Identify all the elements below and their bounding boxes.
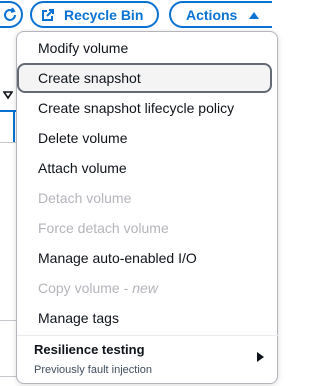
actions-dropdown-menu: Modify volume Create snapshot Create sna…	[16, 31, 279, 384]
recycle-bin-label: Recycle Bin	[64, 6, 144, 23]
external-link-icon	[42, 8, 54, 21]
menu-item-manage-auto-enabled-io[interactable]: Manage auto-enabled I/O	[17, 243, 279, 273]
menu-item-delete-volume[interactable]: Delete volume	[17, 123, 279, 153]
divider	[0, 142, 16, 143]
background-selection-indicator-vertical	[13, 112, 15, 142]
menu-item-label: Manage auto-enabled I/O	[38, 250, 197, 266]
divider	[0, 376, 16, 377]
menu-item-label: Modify volume	[38, 40, 129, 56]
caret-up-icon	[249, 11, 260, 19]
menu-item-create-snapshot-lifecycle-policy[interactable]: Create snapshot lifecycle policy	[17, 93, 279, 123]
menu-item-detach-volume: Detach volume	[17, 183, 279, 213]
refresh-icon	[4, 6, 16, 21]
recycle-bin-button[interactable]: Recycle Bin	[30, 1, 159, 28]
menu-group-subtitle: Previously fault injection	[34, 364, 153, 376]
caret-right-icon	[257, 352, 264, 362]
menu-item-copy-volume: Copy volume - new	[17, 273, 279, 303]
menu-item-label: Manage tags	[38, 310, 119, 326]
menu-item-attach-volume[interactable]: Attach volume	[17, 153, 279, 183]
menu-item-label: Create snapshot lifecycle policy	[38, 100, 235, 116]
menu-item-label: Attach volume	[38, 160, 127, 176]
menu-item-create-snapshot[interactable]: Create snapshot	[17, 63, 272, 93]
actions-label: Actions	[186, 6, 238, 23]
menu-item-label: Detach volume	[38, 190, 132, 206]
menu-item-force-detach-volume: Force detach volume	[17, 213, 279, 243]
new-tag: new	[132, 280, 158, 296]
menu-item-label: Copy volume -	[38, 280, 129, 296]
menu-item-label: Create snapshot	[38, 70, 141, 86]
caret-down-icon	[3, 91, 13, 100]
divider	[0, 320, 16, 321]
actions-button[interactable]: Actions	[169, 1, 272, 28]
menu-item-label: Delete volume	[38, 130, 128, 146]
menu-divider	[17, 335, 279, 336]
menu-group-title: Resilience testing	[34, 342, 145, 357]
menu-item-label: Force detach volume	[38, 220, 169, 236]
refresh-button[interactable]	[0, 1, 23, 28]
menu-item-manage-tags[interactable]: Manage tags	[17, 303, 279, 333]
menu-item-modify-volume[interactable]: Modify volume	[17, 33, 279, 63]
